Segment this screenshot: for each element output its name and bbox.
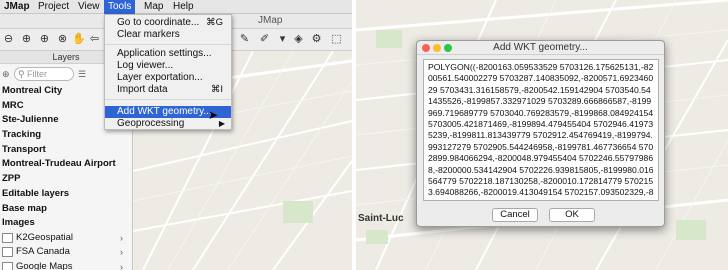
pan-icon[interactable]: ⊗ (56, 33, 69, 46)
maximize-window-icon[interactable] (444, 44, 452, 52)
settings-icon[interactable]: ⚙ (310, 33, 323, 46)
sublayer-row[interactable]: K2Geospatial › (0, 231, 132, 246)
menu-separator (105, 44, 231, 45)
menu-tools[interactable]: Tools (104, 0, 136, 14)
filter-input[interactable]: ⚲ Filter (14, 67, 74, 81)
menu-separator (105, 99, 231, 100)
window-title: JMap (258, 15, 283, 26)
sublayer-row[interactable]: Google Maps › (0, 260, 132, 270)
zoom-box-icon[interactable]: ⊕ (38, 33, 51, 46)
menu-item-label: Import data (117, 84, 168, 95)
hand-icon[interactable]: ✋ (72, 33, 86, 46)
menu-item-log-viewer[interactable]: Log viewer... (105, 60, 231, 72)
layer-group[interactable]: Base map (0, 202, 132, 217)
menu-help[interactable]: Help (173, 0, 194, 14)
filter-placeholder: Filter (27, 69, 47, 79)
chevron-right-icon[interactable]: › (120, 260, 123, 270)
add-wkt-geometry-dialog: Add WKT geometry... POLYGON((-8200163.05… (416, 40, 665, 227)
layer-group[interactable]: Montreal-Trudeau Airport (0, 157, 132, 172)
shortcut-label: ⌘I (210, 84, 223, 95)
layer-group[interactable]: Transport (0, 143, 132, 158)
submenu-arrow-icon: ▶ (218, 119, 225, 128)
sublayer-row[interactable]: FSA Canada › (0, 245, 132, 260)
mouse-cursor-icon: ➤ (208, 108, 219, 122)
menu-map[interactable]: Map (144, 0, 163, 14)
menu-item-layer-exportation[interactable]: Layer exportation... (105, 72, 231, 84)
menu-item-application-settings[interactable]: Application settings... (105, 48, 231, 60)
layer-thumbnail-icon (2, 261, 13, 270)
lock-icon[interactable]: ⬚ (330, 33, 343, 46)
minimize-window-icon[interactable] (433, 44, 441, 52)
menu-item-label: Application settings... (117, 48, 212, 59)
menu-item-clear-markers[interactable]: Clear markers (105, 29, 231, 41)
menu-jmap[interactable]: JMap (4, 0, 30, 14)
tag-icon[interactable]: ◈ (292, 33, 305, 46)
menu-item-label: Clear markers (117, 29, 180, 40)
layer-group[interactable]: Tracking (0, 128, 132, 143)
layer-list-icon[interactable]: ☰ (78, 69, 86, 80)
dropdown-icon[interactable]: ▾ (276, 33, 289, 46)
cancel-button[interactable]: Cancel (492, 208, 538, 222)
filter-add-icon[interactable]: ⊕ (2, 69, 10, 80)
layer-thumbnail-icon (2, 247, 13, 258)
dialog-title: Add WKT geometry... (417, 41, 664, 55)
menu-item-label: Log viewer... (117, 60, 174, 71)
ok-button[interactable]: OK (549, 208, 595, 222)
pencil-icon[interactable]: ✐ (258, 33, 271, 46)
menu-item-label: Geoprocessing (117, 118, 185, 129)
sublayer-label: FSA Canada (16, 246, 70, 258)
close-window-icon[interactable] (422, 44, 430, 52)
wkt-text-area[interactable]: POLYGON((-8200163.059533529 5703126.1756… (423, 59, 659, 201)
layer-group[interactable]: Images (0, 216, 132, 231)
layer-group[interactable]: Editable layers (0, 187, 132, 202)
menu-item-label: Go to coordinate... (117, 17, 200, 28)
search-icon: ⚲ (18, 69, 25, 79)
left-screenshot: JMap Project View Tools Map Help JMap ⊖ … (0, 0, 352, 270)
menu-bar: JMap Project View Tools Map Help (0, 0, 352, 14)
sublayer-label: K2Geospatial (16, 231, 74, 243)
menu-project[interactable]: Project (38, 0, 69, 14)
ruler-icon[interactable]: ✎ (238, 33, 251, 46)
right-screenshot: Saint-Luc Add WKT geometry... POLYGON((-… (356, 0, 728, 270)
back-icon[interactable]: ⇦ (88, 33, 101, 46)
chevron-right-icon[interactable]: › (120, 231, 123, 246)
layer-group[interactable]: ZPP (0, 172, 132, 187)
menu-item-import-data[interactable]: Import data ⌘I (105, 84, 231, 96)
zoom-in-icon[interactable]: ⊕ (20, 33, 33, 46)
chevron-right-icon[interactable]: › (120, 245, 123, 260)
layer-thumbnail-icon (2, 232, 13, 243)
shortcut-label: ⌘G (206, 17, 223, 28)
menu-view[interactable]: View (78, 0, 100, 14)
map-place-label: Saint-Luc (358, 213, 404, 224)
menu-item-go-to-coordinate[interactable]: Go to coordinate... ⌘G (105, 17, 231, 29)
menu-item-label: Layer exportation... (117, 72, 203, 83)
menu-item-label: Add WKT geometry... (117, 106, 212, 117)
zoom-out-icon[interactable]: ⊖ (2, 33, 15, 46)
sublayer-label: Google Maps (16, 260, 73, 270)
